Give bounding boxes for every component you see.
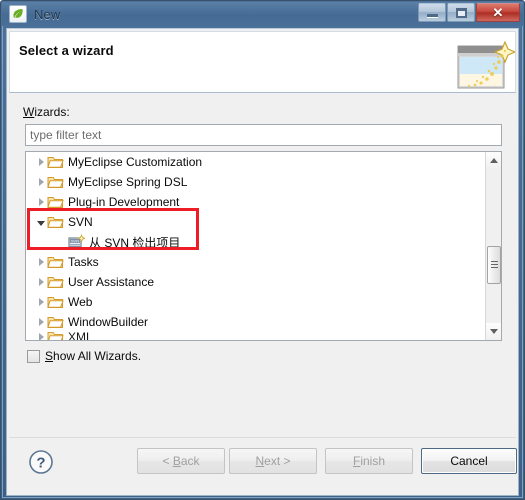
tree-item-folder[interactable]: SVN <box>26 212 486 232</box>
dialog-banner: Select a wizard <box>9 31 516 93</box>
collapsed-arrow-icon[interactable] <box>33 272 47 292</box>
tree-item-folder[interactable]: MyEclipse Customization <box>26 152 486 172</box>
tree-item-label: SVN <box>68 215 93 229</box>
page-title: Select a wizard <box>19 43 114 58</box>
tree-item-folder[interactable]: MyEclipse Spring DSL <box>26 172 486 192</box>
wizards-tree[interactable]: MyEclipse Customization MyEclipse Spring … <box>25 151 502 341</box>
scroll-up-button[interactable] <box>486 152 501 169</box>
tree-item-label: Web <box>68 295 93 309</box>
folder-icon <box>47 274 64 290</box>
tree-item-folder[interactable]: Web <box>26 292 486 312</box>
wizards-label: Wizards: <box>23 105 70 119</box>
window-controls: ✕ <box>418 3 520 22</box>
back-label-mnemonic: B <box>172 454 181 468</box>
folder-icon <box>47 194 64 210</box>
folder-icon <box>47 174 64 190</box>
minimize-button[interactable] <box>418 3 446 22</box>
scrollbar-grip-icon <box>490 259 498 270</box>
collapsed-arrow-icon[interactable] <box>33 332 47 340</box>
scroll-up-icon <box>490 158 498 163</box>
finish-label-post: inish <box>360 454 386 468</box>
scroll-down-button[interactable] <box>486 323 501 340</box>
collapsed-arrow-icon[interactable] <box>33 312 47 332</box>
wizards-label-mnemonic: W <box>23 105 35 119</box>
new-wizard-dialog: New ✕ Select a wizard Wizards: type filt… <box>0 0 525 500</box>
svg-text:?: ? <box>36 455 45 472</box>
svn-checkout-icon: SVN <box>68 233 86 250</box>
expanded-arrow-icon[interactable] <box>33 212 47 232</box>
next-button[interactable]: Next > <box>229 448 317 474</box>
tree-item-label: XML <box>68 332 93 340</box>
show-all-wizards-mnemonic: S <box>45 349 54 363</box>
dialog-button-bar: ? < Back Next > Finish Cancel <box>9 437 517 494</box>
wizard-sparkle-icon <box>457 40 515 89</box>
tree-item-label: MyEclipse Spring DSL <box>68 175 188 189</box>
tree-item-label: Plug-in Development <box>68 195 180 209</box>
next-label-mnemonic: N <box>255 454 265 468</box>
back-label-post: ack <box>180 454 200 468</box>
wizards-label-rest: izards: <box>34 105 70 119</box>
tree-item-leaf[interactable]: SVN 从 SVN 检出项目 <box>26 232 486 252</box>
title-bar[interactable]: New ✕ <box>2 2 523 26</box>
tree-item-folder[interactable]: User Assistance <box>26 272 486 292</box>
folder-icon <box>47 154 64 170</box>
show-all-wizards-label: Show All Wizards. <box>45 349 141 363</box>
svg-text:SVN: SVN <box>71 239 79 244</box>
next-label-post: ext > <box>264 454 291 468</box>
folder-icon <box>47 254 64 270</box>
scrollbar-thumb[interactable] <box>487 245 501 284</box>
collapsed-arrow-icon[interactable] <box>33 252 47 272</box>
maximize-icon <box>455 7 467 18</box>
tree-scrollbar[interactable] <box>485 152 501 340</box>
help-button[interactable]: ? <box>28 449 54 475</box>
window-title: New <box>34 6 61 22</box>
minimize-icon <box>426 14 438 18</box>
collapsed-arrow-icon[interactable] <box>33 172 47 192</box>
tree-item-label: WindowBuilder <box>68 315 149 329</box>
tree-item-folder[interactable]: Tasks <box>26 252 486 272</box>
folder-icon <box>47 294 64 310</box>
dialog-content: Wizards: MyEclipse CustomizationMyEclips… <box>9 94 516 434</box>
folder-icon <box>47 332 64 340</box>
wizards-tree-list[interactable]: MyEclipse Customization MyEclipse Spring … <box>26 152 486 340</box>
show-all-wizards-rest: how All Wizards. <box>53 349 142 363</box>
close-icon: ✕ <box>492 5 504 20</box>
folder-icon <box>47 214 64 230</box>
collapsed-arrow-icon[interactable] <box>33 292 47 312</box>
close-button[interactable]: ✕ <box>476 3 520 22</box>
checkbox-box-icon[interactable] <box>27 349 40 363</box>
collapsed-arrow-icon[interactable] <box>33 192 47 212</box>
tree-item-folder[interactable]: WindowBuilder <box>26 312 486 332</box>
leaf-glyph <box>13 9 23 19</box>
back-button[interactable]: < Back <box>137 448 225 474</box>
tree-item-label: User Assistance <box>68 275 155 289</box>
tree-item-folder[interactable]: Plug-in Development <box>26 192 486 212</box>
back-label-pre: < <box>162 454 173 468</box>
collapsed-arrow-icon[interactable] <box>33 152 47 172</box>
tree-item-folder[interactable]: XML <box>26 332 486 340</box>
tree-item-label: 从 SVN 检出项目 <box>89 235 181 250</box>
filter-input[interactable] <box>25 124 502 146</box>
finish-button[interactable]: Finish <box>325 448 413 474</box>
show-all-wizards-checkbox[interactable]: Show All Wizards. <box>27 349 141 363</box>
folder-icon <box>47 314 64 330</box>
tree-item-label: Tasks <box>68 255 99 269</box>
dialog-body: Select a wizard Wizards: type filter tex… <box>6 28 519 496</box>
tree-item-label: MyEclipse Customization <box>68 155 203 169</box>
cancel-button[interactable]: Cancel <box>421 448 517 474</box>
myeclipse-leaf-icon <box>9 5 27 23</box>
maximize-button[interactable] <box>447 3 475 22</box>
scroll-down-icon <box>490 329 498 334</box>
